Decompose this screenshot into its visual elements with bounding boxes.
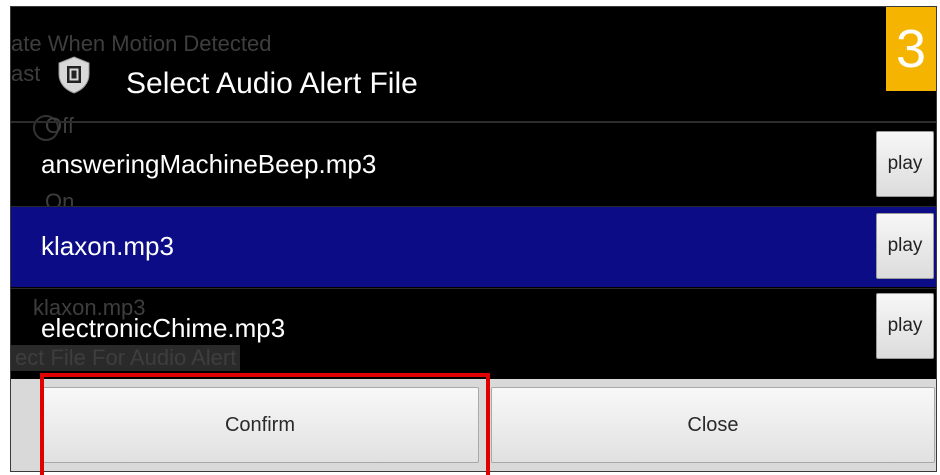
- play-button[interactable]: play: [876, 213, 934, 279]
- file-row-klaxon[interactable]: klaxon.mp3 play: [11, 207, 936, 287]
- play-button[interactable]: play: [876, 131, 934, 197]
- file-row-answeringmachinebeep[interactable]: answeringMachineBeep.mp3 play: [11, 125, 936, 205]
- title-divider: [11, 121, 936, 123]
- annotation-highlight-box: [40, 373, 490, 475]
- play-button[interactable]: play: [876, 293, 934, 359]
- file-name: answeringMachineBeep.mp3: [41, 149, 377, 179]
- file-row-electronicchime[interactable]: electronicChime.mp3 play: [11, 289, 936, 369]
- file-name: klaxon.mp3: [41, 231, 174, 261]
- step-number-badge: 3: [886, 7, 936, 91]
- close-button[interactable]: Close: [491, 387, 935, 463]
- dialog-title: Select Audio Alert File: [126, 67, 418, 100]
- file-name: electronicChime.mp3: [41, 313, 286, 343]
- shield-icon: [58, 56, 90, 94]
- dialog-title-bar: Select Audio Alert File: [11, 23, 936, 123]
